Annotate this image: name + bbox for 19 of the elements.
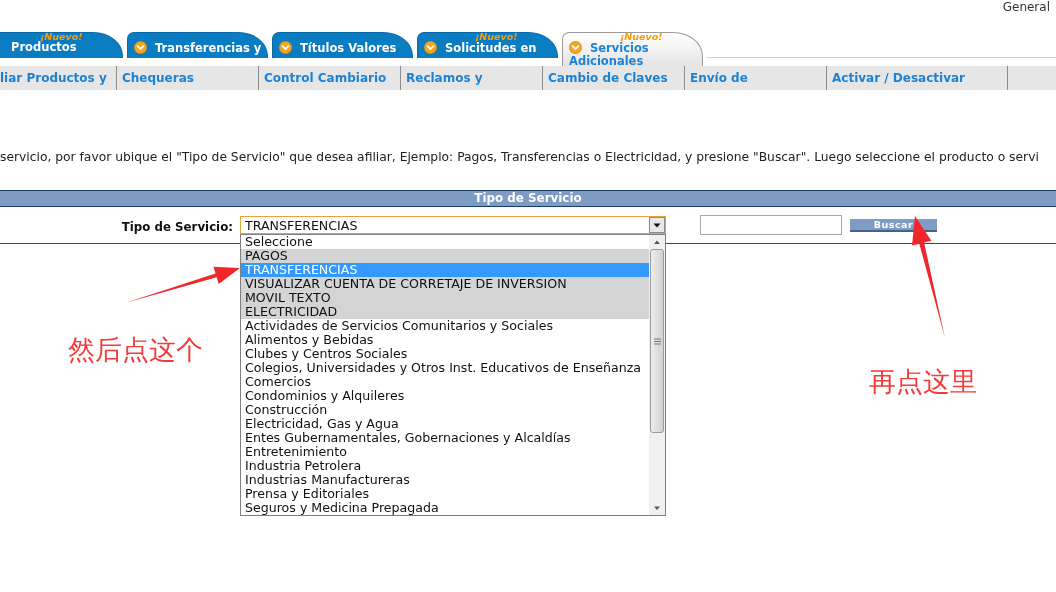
new-label: ¡Nuevo! xyxy=(475,32,518,41)
dropdown-option[interactable]: VISUALIZAR CUENTA DE CORRETAJE DE INVERSION xyxy=(241,277,649,291)
field-label: Tipo de Servicio: xyxy=(121,219,233,234)
top-link[interactable]: General xyxy=(1002,0,1050,14)
menu-tab[interactable]: Títulos Valores xyxy=(272,32,413,58)
text-input[interactable] xyxy=(700,215,842,235)
instruction-text: servicio, por favor ubique el "Tipo de Servicio" que desea afiliar, Ejemplo: Pagos, Transferencias o Electricidad, y presione "Buscar". Luego seleccione el producto o servi xyxy=(0,150,1039,164)
annotation-text: 再点这里 xyxy=(869,367,977,397)
section-header: Tipo de Servicio xyxy=(0,190,1056,207)
dropdown-option[interactable]: MOVIL TEXTO xyxy=(241,291,649,305)
annotation-text: 然后点这个 xyxy=(68,335,203,365)
new-label: ¡Nuevo! xyxy=(40,32,83,41)
scroll-thumb[interactable] xyxy=(650,249,664,433)
menu-tab[interactable]: Transferencias y xyxy=(127,32,268,58)
dropdown-option[interactable]: PAGOS xyxy=(241,249,649,263)
new-label: ¡Nuevo! xyxy=(620,32,663,41)
grip-icon xyxy=(653,337,661,345)
service-select[interactable]: TRANSFERENCIAS xyxy=(240,216,666,234)
dropdown-option[interactable]: ELECTRICIDAD xyxy=(241,305,649,319)
